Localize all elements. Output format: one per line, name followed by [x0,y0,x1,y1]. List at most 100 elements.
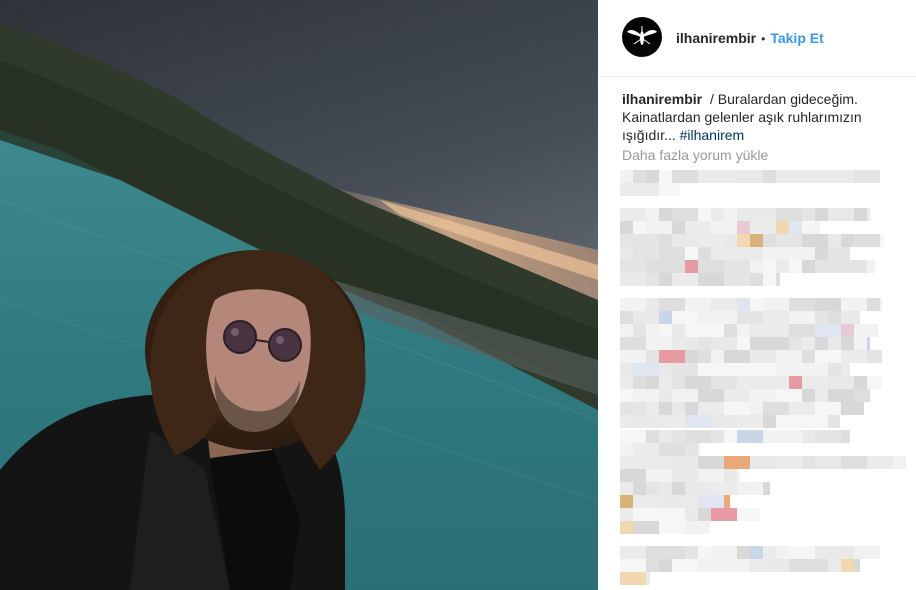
pixel-block [724,311,737,324]
pixel-block [841,402,864,415]
pixel-block [633,495,659,508]
pixel-block [685,415,711,428]
pixel-block [854,559,860,572]
pixel-block [646,273,659,286]
pixel-block [698,456,724,469]
pixel-block [737,324,750,337]
pixel-block [685,298,711,311]
pixel-block [646,559,659,572]
pixel-block [737,415,763,428]
pixel-block [698,469,724,482]
pixel-block [841,559,854,572]
pixel-block [633,247,659,260]
pixel-block [685,495,698,508]
pixel-block [646,350,659,363]
pixel-block [789,546,815,559]
pixel-block [620,521,633,534]
comments-list-pixelated [620,168,916,590]
pixel-block [724,234,737,247]
pixel-block [815,389,828,402]
pixel-block [750,208,776,221]
caption-username[interactable]: ilhanirembir [622,91,702,107]
pixel-block [737,546,750,559]
pixel-block [724,324,737,337]
pixel-block [633,311,659,324]
pixel-block [672,389,698,402]
pixel-block [841,456,854,469]
post-photo[interactable] [0,0,598,590]
pixel-block [802,430,815,443]
pixel-block [620,221,633,234]
pixel-block [750,546,763,559]
pixel-block [672,430,685,443]
pixel-block [724,273,750,286]
pixel-block [893,456,906,469]
pixel-block [685,324,711,337]
pixel-block [646,337,672,350]
pixel-block [633,363,659,376]
pixel-block [763,559,789,572]
pixel-block [763,430,789,443]
pixel-block [620,469,646,482]
pixel-block [815,311,828,324]
pixel-block [672,521,685,534]
pixel-block [724,495,730,508]
pixel-block [659,376,672,389]
pixelated-comment-row [620,234,884,247]
caption-hashtag[interactable]: #ilhanirem [680,127,745,143]
pixel-block [698,247,711,260]
pixel-block [685,221,711,234]
pixel-block [763,324,789,337]
header-username[interactable]: ilhanirembir [676,30,756,46]
pixel-block [672,559,698,572]
pixel-block [685,430,711,443]
pixel-block [763,234,776,247]
pixel-block [763,415,776,428]
pixel-block [659,482,672,495]
pixel-block [659,208,672,221]
pixel-block [815,247,828,260]
photo-illustration [0,0,598,590]
pixel-block [620,402,646,415]
pixel-block [659,402,672,415]
pixel-block [620,443,633,456]
load-more-comments-button[interactable]: Daha fazla yorum yükle [622,146,768,164]
pixel-block [620,208,646,221]
pixel-block [620,247,633,260]
pixel-block [633,508,659,521]
pixel-block [841,247,850,260]
pixel-block [659,508,685,521]
pixel-block [815,260,841,273]
pixel-block [841,389,854,402]
pixel-block [737,221,750,234]
pixel-block [802,221,815,234]
pixel-block [763,260,776,273]
pixelated-comment-row [620,521,710,534]
pixel-block [646,170,659,183]
pixel-block [646,221,672,234]
pixel-block [698,508,711,521]
pixel-block [711,221,737,234]
pixel-block [620,350,646,363]
pixel-block [750,221,776,234]
pixel-block [620,415,633,428]
pixel-block [646,208,659,221]
pixel-block [789,311,815,324]
pixel-block [737,430,763,443]
separator-dot: • [761,32,766,46]
pixelated-comment-row [620,508,760,521]
avatar[interactable] [622,17,662,57]
pixel-block [802,337,815,350]
pixel-block [620,363,633,376]
pixel-block [789,260,802,273]
follow-button[interactable]: Takip Et [770,30,823,46]
pixel-block [750,402,763,415]
pixel-block [763,402,789,415]
pixel-block [776,389,802,402]
pixel-block [802,363,828,376]
pixel-block [789,298,802,311]
pixel-block [841,260,867,273]
pixelated-comment-row [620,221,820,234]
pixel-block [841,311,860,324]
pixel-block [633,389,659,402]
